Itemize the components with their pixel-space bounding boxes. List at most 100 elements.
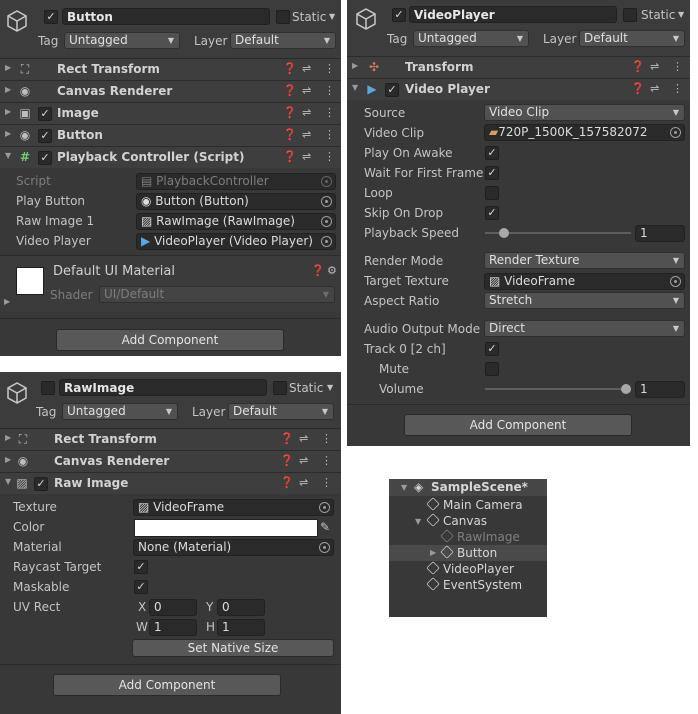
static-dropdown-arrow[interactable]: ▼ (678, 7, 684, 23)
static-dropdown-arrow[interactable]: ▼ (327, 380, 333, 396)
help-icon[interactable]: ❓ (283, 106, 297, 120)
presets-icon[interactable]: ⇌ (302, 62, 311, 76)
foldout-arrow[interactable]: ▶ (5, 129, 11, 138)
help-icon[interactable]: ❓ (280, 432, 294, 446)
component-transform[interactable]: ▶ ✣ Transform ❓ ⇌ ⋮ (347, 56, 690, 78)
help-icon[interactable]: ❓ (283, 84, 297, 98)
playback-speed-field[interactable]: 1 (635, 225, 685, 242)
object-name-field[interactable]: Button (62, 8, 270, 25)
static-dropdown-arrow[interactable]: ▼ (329, 9, 335, 25)
color-swatch[interactable] (134, 519, 318, 537)
component-rect-transform[interactable]: ▶ ⛶ Rect Transform ❓ ⇌ ⋮ (0, 428, 341, 450)
component-canvas-renderer[interactable]: ▶ ◉ Canvas Renderer ❓ ⇌ ⋮ (0, 80, 341, 102)
object-name-field[interactable]: RawImage (59, 379, 267, 396)
presets-icon[interactable]: ⇌ (302, 150, 311, 164)
component-image[interactable]: ▶ ▣ ✓ Image ❓ ⇌ ⋮ (0, 102, 341, 124)
render-mode-dropdown[interactable]: Render Texture ▼ (484, 252, 685, 269)
foldout-arrow[interactable]: ▶ (5, 433, 11, 442)
tag-dropdown[interactable]: Untagged ▼ (62, 403, 178, 420)
foldout-arrow-open[interactable]: ▼ (5, 151, 11, 160)
foldout-arrow[interactable]: ▶ (5, 85, 11, 94)
static-checkbox[interactable] (276, 10, 290, 24)
component-enabled-checkbox[interactable]: ✓ (385, 83, 399, 97)
uv-y-field[interactable]: 0 (217, 599, 265, 616)
skip-on-drop-checkbox[interactable]: ✓ (485, 206, 499, 220)
presets-icon[interactable]: ⇌ (299, 432, 308, 446)
presets-icon[interactable]: ⇌ (299, 476, 308, 490)
static-checkbox[interactable] (273, 381, 287, 395)
component-video-player[interactable]: ▼ ▶ ✓ Video Player ❓ ⇌ ⋮ (347, 78, 690, 100)
audio-output-mode-dropdown[interactable]: Direct ▼ (484, 320, 685, 337)
loop-checkbox[interactable] (485, 186, 499, 200)
presets-icon[interactable]: ⇌ (299, 454, 308, 468)
foldout-arrow[interactable]: ▶ (5, 455, 11, 464)
layer-dropdown[interactable]: Default ▼ (579, 30, 685, 47)
set-native-size-button[interactable]: Set Native Size (132, 639, 334, 657)
hierarchy-item-rawimage[interactable]: RawImage (440, 529, 520, 545)
hierarchy-item-videoplayer[interactable]: VideoPlayer (426, 561, 514, 577)
active-checkbox[interactable] (41, 381, 55, 395)
scene-row[interactable]: ▼ ◈ SampleScene* (389, 479, 547, 496)
component-rect-transform[interactable]: ▶ ⛶ Rect Transform ❓ ⇌ ⋮ (0, 58, 341, 80)
volume-field[interactable]: 1 (635, 381, 685, 398)
component-enabled-checkbox[interactable]: ✓ (38, 129, 52, 143)
uv-h-field[interactable]: 1 (217, 619, 265, 636)
object-picker-icon[interactable] (670, 127, 681, 138)
object-picker-icon[interactable] (321, 216, 332, 227)
presets-icon[interactable]: ⇌ (302, 128, 311, 142)
component-raw-image[interactable]: ▼ ▨ ✓ Raw Image ❓ ⇌ ⋮ (0, 472, 341, 494)
tag-dropdown[interactable]: Untagged ▼ (64, 32, 180, 49)
add-component-button[interactable]: Add Component (56, 329, 284, 351)
foldout-arrow-open[interactable]: ▼ (415, 514, 421, 530)
menu-icon[interactable]: ⋮ (324, 128, 335, 142)
gear-icon[interactable]: ⚙ (327, 264, 337, 278)
component-canvas-renderer[interactable]: ▶ ◉ Canvas Renderer ❓ ⇌ ⋮ (0, 450, 341, 472)
component-button[interactable]: ▶ ◉ ✓ Button ❓ ⇌ ⋮ (0, 124, 341, 146)
presets-icon[interactable]: ⇌ (650, 82, 659, 96)
tag-dropdown[interactable]: Untagged ▼ (413, 30, 529, 47)
active-checkbox[interactable]: ✓ (392, 8, 406, 22)
hierarchy-item-canvas[interactable]: Canvas (426, 513, 487, 529)
static-label[interactable]: Static (641, 7, 675, 23)
mute-checkbox[interactable] (485, 362, 499, 376)
component-enabled-checkbox[interactable]: ✓ (34, 477, 48, 491)
menu-icon[interactable]: ⋮ (324, 106, 335, 120)
foldout-arrow-open[interactable]: ▼ (401, 480, 407, 496)
foldout-arrow[interactable]: ▶ (352, 61, 358, 70)
material-field[interactable]: None (Material) (133, 539, 334, 556)
help-icon[interactable]: ❓ (283, 150, 297, 164)
playback-speed-slider-handle[interactable] (499, 228, 509, 238)
uv-w-field[interactable]: 1 (149, 619, 197, 636)
foldout-arrow[interactable]: ▶ (430, 545, 436, 561)
menu-icon[interactable]: ⋮ (672, 82, 683, 96)
hierarchy-item-eventsystem[interactable]: EventSystem (426, 577, 522, 593)
volume-slider-track[interactable] (485, 388, 631, 390)
static-label[interactable]: Static (289, 380, 323, 396)
video-clip-field[interactable]: ▰720P_1500K_157582072 (484, 124, 685, 141)
menu-icon[interactable]: ⋮ (672, 60, 683, 74)
raycast-target-checkbox[interactable]: ✓ (134, 560, 148, 574)
help-icon[interactable]: ❓ (311, 264, 325, 278)
play-on-awake-checkbox[interactable]: ✓ (485, 146, 499, 160)
add-component-button[interactable]: Add Component (53, 674, 281, 696)
menu-icon[interactable]: ⋮ (321, 476, 332, 490)
eyedropper-icon[interactable]: ✎ (320, 519, 330, 535)
presets-icon[interactable]: ⇌ (302, 106, 311, 120)
track-checkbox[interactable]: ✓ (485, 342, 499, 356)
component-enabled-checkbox[interactable]: ✓ (38, 151, 52, 165)
menu-icon[interactable]: ⋮ (324, 150, 335, 164)
help-icon[interactable]: ❓ (631, 60, 645, 74)
source-dropdown[interactable]: Video Clip ▼ (484, 104, 685, 121)
help-icon[interactable]: ❓ (631, 82, 645, 96)
menu-icon[interactable]: ⋮ (324, 62, 335, 76)
maskable-checkbox[interactable]: ✓ (134, 580, 148, 594)
raw-image-field[interactable]: ▨ RawImage (RawImage) (136, 213, 336, 230)
play-button-field[interactable]: ◉ Button (Button) (136, 193, 336, 210)
add-component-button[interactable]: Add Component (404, 414, 632, 436)
static-checkbox[interactable] (623, 8, 637, 22)
presets-icon[interactable]: ⇌ (650, 60, 659, 74)
video-player-field[interactable]: ▶ VideoPlayer (Video Player) (136, 233, 336, 250)
component-playback-controller[interactable]: ▼ # ✓ Playback Controller (Script) ❓ ⇌ ⋮ (0, 146, 341, 168)
wait-first-frame-checkbox[interactable]: ✓ (485, 166, 499, 180)
target-texture-field[interactable]: ▨ VideoFrame (484, 273, 685, 290)
